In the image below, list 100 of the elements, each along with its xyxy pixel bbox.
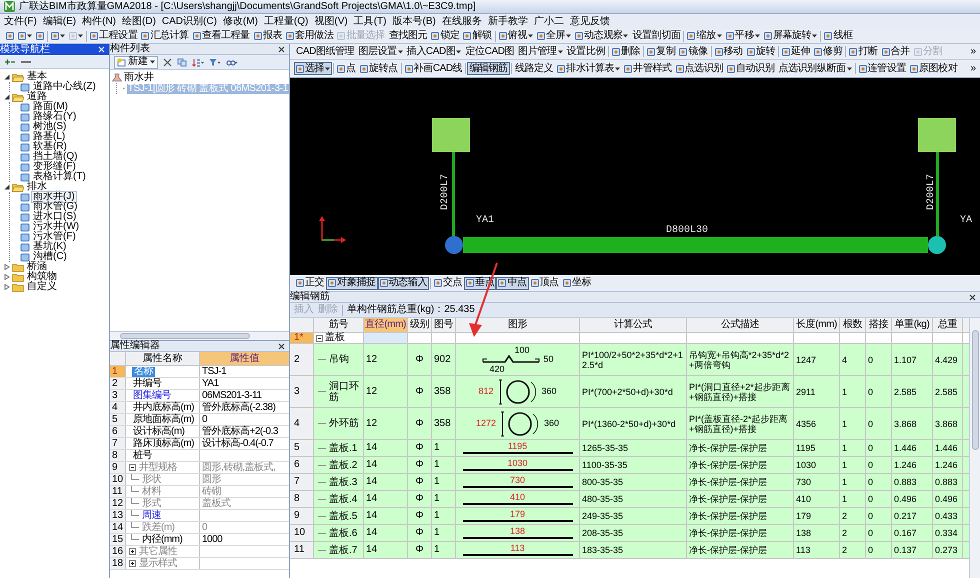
- toolbar-button[interactable]: 对象捕捉: [326, 276, 378, 290]
- toolbar-button[interactable]: 查看工程量: [190, 30, 252, 42]
- tree-item[interactable]: 自定义: [26, 282, 58, 292]
- toolbar-button[interactable]: [49, 30, 67, 42]
- overflow-button[interactable]: »: [970, 64, 976, 74]
- menu-item[interactable]: 构件(N): [82, 16, 116, 26]
- toolbar-button[interactable]: CAD图纸管理: [294, 45, 356, 58]
- menu-item[interactable]: 意见反馈: [570, 16, 610, 26]
- toolbar-button[interactable]: 套用做法: [284, 30, 336, 42]
- toolbar-button[interactable]: 顶点: [528, 276, 561, 290]
- toolbar-button[interactable]: 查找图元: [386, 30, 430, 42]
- toolbar-button[interactable]: 设置比例: [564, 45, 607, 58]
- toolbar-button[interactable]: 连管设置: [856, 62, 908, 75]
- toolbar-button[interactable]: 补画CAD线: [402, 62, 464, 75]
- tree-item[interactable]: 基本: [26, 72, 48, 82]
- column-header[interactable]: 公式描述: [687, 318, 794, 332]
- toolbar-button[interactable]: 旋转: [744, 45, 777, 58]
- toolbar-button[interactable]: 解锁: [461, 30, 494, 42]
- filter-icon[interactable]: [209, 58, 221, 66]
- tree-item[interactable]: 进水口(S): [32, 212, 78, 222]
- toolbar-button[interactable]: 修剪: [812, 45, 844, 58]
- toolbar-button[interactable]: 删除: [610, 45, 642, 58]
- menu-item[interactable]: CAD识别(C): [162, 16, 217, 26]
- expand-toggle-icon[interactable]: [129, 548, 136, 555]
- tree-item[interactable]: 排水: [26, 182, 48, 192]
- column-header[interactable]: 根数: [840, 318, 866, 332]
- toolbar-button[interactable]: 动态观察: [573, 30, 630, 42]
- toolbar-button[interactable]: 汇总计算: [139, 30, 191, 42]
- toolbar-button[interactable]: 插入CAD图: [404, 45, 464, 58]
- toolbar-button[interactable]: 移动: [712, 45, 745, 58]
- toolbar-button[interactable]: 线路定义: [512, 62, 556, 75]
- toolbar-button[interactable]: 井管样式: [622, 62, 674, 75]
- menu-item[interactable]: 版本号(B): [392, 16, 436, 26]
- well-node[interactable]: [445, 236, 463, 254]
- collapse-toggle-icon[interactable]: [4, 94, 10, 100]
- column-header[interactable]: 计算公式: [580, 318, 687, 332]
- toolbar-button[interactable]: [16, 30, 34, 42]
- tree-item[interactable]: 变形缝(F): [32, 162, 77, 172]
- tree-item[interactable]: 污水管(F): [32, 232, 77, 242]
- toolbar-button[interactable]: 屏幕旋转: [762, 30, 820, 42]
- toolbar-button[interactable]: 镜像: [677, 45, 710, 58]
- menu-item[interactable]: 工程量(Q): [264, 16, 308, 26]
- toolbar-button[interactable]: 图层设置: [356, 45, 405, 58]
- column-header[interactable]: 搭接: [866, 318, 892, 332]
- tree-item[interactable]: 基坑(K): [32, 242, 68, 252]
- menu-item[interactable]: 广小二: [534, 16, 564, 26]
- tree-item[interactable]: 路缘石(Y): [32, 112, 78, 122]
- toolbar-button[interactable]: 缩放: [685, 30, 724, 42]
- tree-item[interactable]: 道路中心线(Z): [32, 82, 97, 92]
- menu-item[interactable]: 绘图(D): [122, 16, 156, 26]
- expand-toggle-icon[interactable]: [4, 284, 10, 290]
- collapse-toggle-icon[interactable]: [316, 334, 323, 342]
- toolbar-button[interactable]: 全屏: [534, 30, 574, 42]
- drawing-canvas[interactable]: D200L7 D800L30 D200L7 YA1 YA: [290, 78, 980, 275]
- tree-item[interactable]: 桥涵: [26, 262, 48, 272]
- tree-item[interactable]: 构筑物: [26, 272, 58, 282]
- menu-item[interactable]: 新手教学: [488, 16, 528, 26]
- well-node[interactable]: [928, 236, 946, 254]
- tree-item[interactable]: 沟槽(C): [32, 252, 68, 262]
- toolbar-button[interactable]: 工程设置: [88, 30, 140, 42]
- tree-item[interactable]: 路基(L): [32, 132, 66, 142]
- toolbar-button[interactable]: 复制: [645, 45, 678, 58]
- close-icon[interactable]: [969, 294, 976, 300]
- tree-item[interactable]: 雨水管(G): [32, 202, 78, 212]
- toolbar-button[interactable]: 自动识别: [724, 62, 776, 75]
- tree-item[interactable]: 表格计算(T): [32, 172, 87, 182]
- column-header[interactable]: 图号: [432, 318, 456, 332]
- collapse-toggle-icon[interactable]: [4, 184, 10, 190]
- find-icon[interactable]: [226, 58, 238, 66]
- toolbar-button[interactable]: 原图校对: [908, 62, 960, 75]
- collapse-toggle-icon[interactable]: [4, 74, 10, 80]
- toolbar-button[interactable]: 点: [335, 62, 358, 75]
- tree-item[interactable]: 污水井(W): [32, 222, 80, 232]
- toolbar-button[interactable]: 设置剖切面: [630, 30, 682, 42]
- tree-item[interactable]: 雨水井: [124, 72, 154, 82]
- tree-item[interactable]: 树池(S): [32, 122, 68, 132]
- toolbar-button[interactable]: 延伸: [780, 45, 812, 58]
- column-header[interactable]: 级别: [408, 318, 432, 332]
- close-icon[interactable]: [278, 46, 285, 52]
- toolbar-button[interactable]: 排水计算表: [555, 62, 622, 75]
- column-header[interactable]: 属性值: [200, 352, 289, 365]
- tree-item[interactable]: 道路: [26, 92, 48, 102]
- expand-toggle-icon[interactable]: [4, 264, 10, 270]
- tree-item[interactable]: 路面(M): [32, 102, 69, 112]
- column-header[interactable]: 属性名称: [126, 352, 200, 365]
- toolbar-button[interactable]: 正交: [294, 276, 326, 290]
- expand-toggle-icon[interactable]: [4, 274, 10, 280]
- expand-toggle-icon[interactable]: [129, 560, 136, 567]
- toolbar-button[interactable]: 锁定: [429, 30, 462, 42]
- toolbar-button[interactable]: 合并: [880, 45, 912, 58]
- toolbar-button[interactable]: 交点: [432, 276, 464, 290]
- column-header[interactable]: 长度(mm): [794, 318, 840, 332]
- toolbar-button[interactable]: 编辑钢筋: [467, 62, 510, 75]
- toolbar-button[interactable]: 点选识别: [674, 62, 725, 75]
- toolbar-button[interactable]: 旋转点: [358, 62, 400, 75]
- menu-item[interactable]: 修改(M): [222, 16, 258, 26]
- toolbar-button[interactable]: 线框: [822, 30, 854, 42]
- overflow-button[interactable]: »: [970, 46, 976, 56]
- toolbar-button[interactable]: 俯视: [496, 30, 535, 42]
- column-header[interactable]: 直径(mm): [364, 318, 408, 332]
